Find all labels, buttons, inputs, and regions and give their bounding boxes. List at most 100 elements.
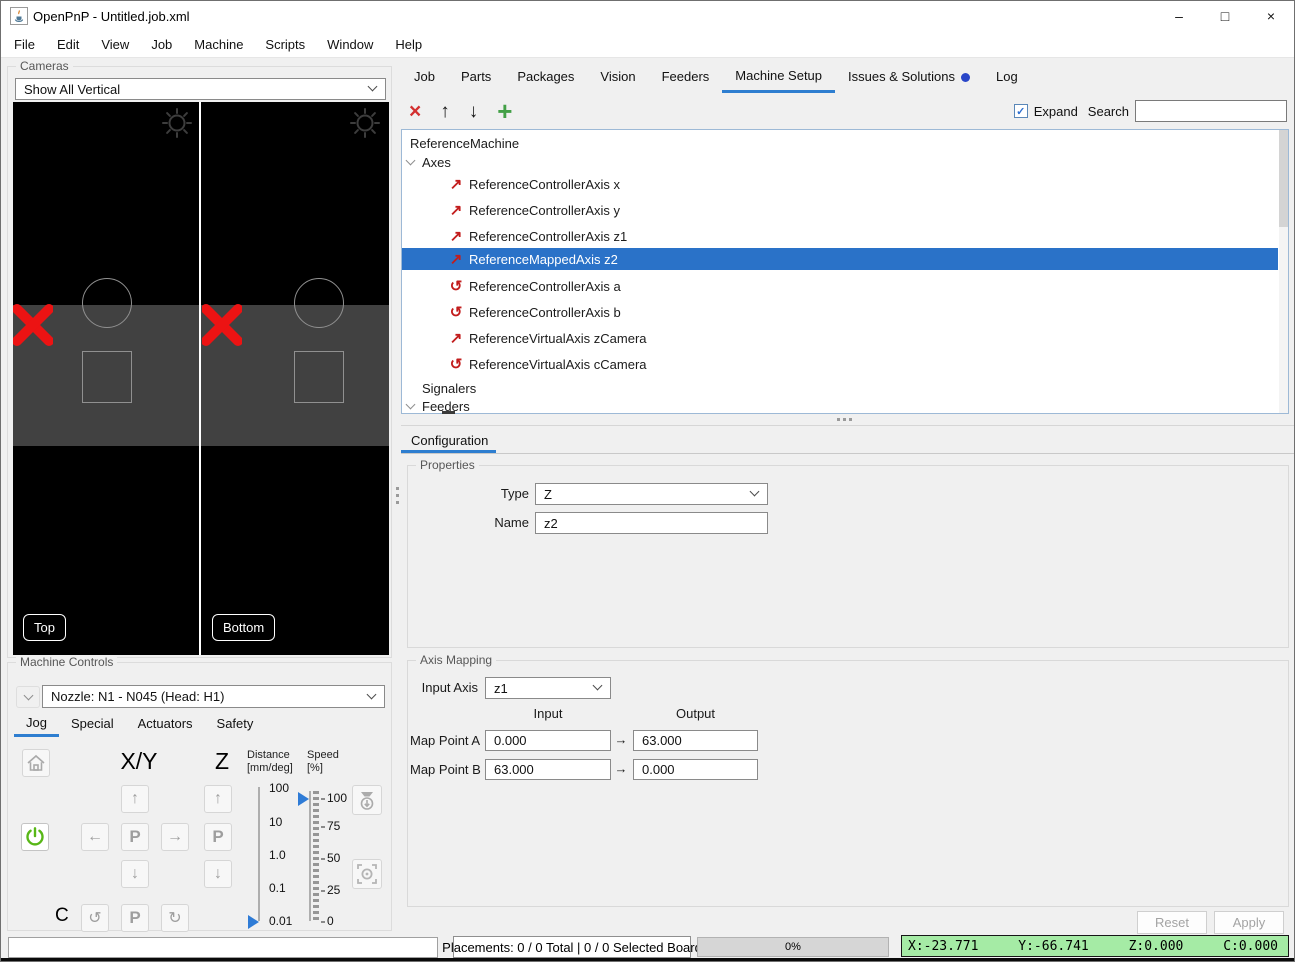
move-up-icon[interactable]: ↑ bbox=[440, 102, 450, 121]
menu-bar: File Edit View Job Machine Scripts Windo… bbox=[1, 31, 1294, 58]
status-message-field bbox=[8, 937, 438, 958]
speed-slider-track[interactable] bbox=[309, 791, 311, 921]
tree-node-reference-machine[interactable]: ReferenceMachine bbox=[402, 134, 1278, 152]
tab-job[interactable]: Job bbox=[401, 61, 448, 93]
tab-actuators[interactable]: Actuators bbox=[126, 711, 205, 737]
tree-scrollbar-thumb[interactable] bbox=[1279, 130, 1288, 227]
type-dropdown[interactable]: Z bbox=[535, 483, 768, 505]
distance-slider-track[interactable] bbox=[258, 787, 260, 921]
reset-button[interactable]: Reset bbox=[1137, 911, 1207, 934]
type-dropdown-value: Z bbox=[544, 487, 552, 502]
close-button[interactable]: × bbox=[1248, 1, 1294, 31]
brightness-icon bbox=[159, 105, 195, 146]
jog-y-plus-button[interactable]: ↑ bbox=[121, 785, 149, 813]
menu-view[interactable]: View bbox=[90, 37, 140, 52]
map-point-a-output-field[interactable]: 63.000 bbox=[633, 730, 758, 751]
tree-node-axis-ccamera[interactable]: ↺ ReferenceVirtualAxis cCamera bbox=[402, 352, 1278, 376]
tree-node-feeders[interactable]: Feeders bbox=[402, 397, 1278, 415]
maximize-button[interactable]: □ bbox=[1202, 1, 1248, 31]
cameras-group-label: Cameras bbox=[16, 59, 73, 73]
menu-scripts[interactable]: Scripts bbox=[254, 37, 316, 52]
park-c-button[interactable]: P bbox=[121, 904, 149, 932]
park-xy-button[interactable]: P bbox=[121, 823, 149, 851]
rotate-ccw-button[interactable]: ↺ bbox=[81, 904, 109, 932]
speed-slider-handle[interactable] bbox=[298, 792, 309, 806]
tab-machine-setup[interactable]: Machine Setup bbox=[722, 61, 835, 93]
tab-log[interactable]: Log bbox=[983, 61, 1031, 93]
tree-node-signalers[interactable]: Signalers bbox=[402, 379, 1278, 397]
jog-z-plus-button[interactable]: ↑ bbox=[204, 785, 232, 813]
menu-machine[interactable]: Machine bbox=[183, 37, 254, 52]
output-column-header: Output bbox=[633, 706, 758, 721]
tree-node-axis-y[interactable]: ↗ ReferenceControllerAxis y bbox=[402, 198, 1278, 222]
dispense-button[interactable] bbox=[352, 785, 382, 815]
cameras-group: Cameras Show All Vertical Top bbox=[7, 66, 392, 658]
minimize-button[interactable]: – bbox=[1156, 1, 1202, 31]
apply-button[interactable]: Apply bbox=[1214, 911, 1284, 934]
job-progress-bar: 0% bbox=[697, 937, 889, 957]
menu-window[interactable]: Window bbox=[316, 37, 384, 52]
menu-help[interactable]: Help bbox=[384, 37, 433, 52]
rotate-cw-button[interactable]: ↻ bbox=[161, 904, 189, 932]
tree-scrollbar[interactable] bbox=[1279, 130, 1288, 413]
map-point-b-output-field[interactable]: 0.000 bbox=[633, 759, 758, 780]
tab-jog[interactable]: Jog bbox=[14, 711, 59, 737]
tree-node-axis-zcamera[interactable]: ↗ ReferenceVirtualAxis zCamera bbox=[402, 326, 1278, 350]
tree-node-axis-z1[interactable]: ↗ ReferenceControllerAxis z1 bbox=[402, 224, 1278, 248]
tab-feeders[interactable]: Feeders bbox=[649, 61, 723, 93]
camera-view-top[interactable]: Top bbox=[13, 102, 199, 655]
tab-issues-solutions[interactable]: Issues & Solutions bbox=[835, 61, 983, 93]
delete-icon[interactable]: × bbox=[409, 101, 421, 122]
power-button[interactable] bbox=[21, 823, 49, 851]
collapse-controls-button[interactable] bbox=[16, 686, 40, 708]
main-tab-bar: Job Parts Packages Vision Feeders Machin… bbox=[401, 61, 1031, 93]
tree-node-axes[interactable]: Axes bbox=[402, 153, 1278, 171]
tab-configuration[interactable]: Configuration bbox=[411, 433, 488, 448]
tab-parts[interactable]: Parts bbox=[448, 61, 504, 93]
axis-mapping-group: Axis Mapping Input Axis z1 Input Output … bbox=[407, 660, 1289, 907]
nozzle-dropdown[interactable]: Nozzle: N1 - N045 (Head: H1) bbox=[42, 685, 385, 708]
park-z-button[interactable]: P bbox=[204, 823, 232, 851]
rotary-axis-icon: ↺ bbox=[446, 355, 466, 373]
map-point-b-input-field[interactable]: 63.000 bbox=[485, 759, 611, 780]
position-camera-button[interactable] bbox=[352, 859, 382, 889]
chevron-down-icon[interactable] bbox=[406, 400, 416, 410]
jog-y-minus-button[interactable]: ↓ bbox=[121, 860, 149, 888]
tab-safety[interactable]: Safety bbox=[205, 711, 266, 737]
tab-vision[interactable]: Vision bbox=[587, 61, 648, 93]
tree-node-axis-b[interactable]: ↺ ReferenceControllerAxis b bbox=[402, 300, 1278, 324]
menu-job[interactable]: Job bbox=[140, 37, 183, 52]
tree-node-axis-x[interactable]: ↗ ReferenceControllerAxis x bbox=[402, 172, 1278, 196]
jog-x-plus-button[interactable]: → bbox=[161, 823, 189, 851]
name-field[interactable]: z2 bbox=[535, 512, 768, 534]
speed-slider-ticks bbox=[313, 791, 319, 922]
chevron-down-icon[interactable] bbox=[406, 156, 416, 166]
camera-name-label: Top bbox=[23, 614, 66, 641]
power-icon bbox=[24, 826, 46, 848]
expand-checkbox[interactable]: ✓ bbox=[1014, 104, 1028, 118]
map-point-a-input-field[interactable]: 0.000 bbox=[485, 730, 611, 751]
window-resize-edge bbox=[1, 958, 1294, 961]
openpnp-window: OpenPnP - Untitled.job.xml – □ × File Ed… bbox=[0, 0, 1295, 962]
search-input[interactable] bbox=[1135, 100, 1287, 122]
add-icon[interactable]: + bbox=[497, 98, 512, 124]
machine-setup-tree: ReferenceMachine Axes ↗ ReferenceControl… bbox=[401, 129, 1289, 414]
tree-node-axis-a[interactable]: ↺ ReferenceControllerAxis a bbox=[402, 274, 1278, 298]
home-button[interactable] bbox=[22, 749, 50, 777]
tree-node-axis-z2-selected[interactable]: ↗ ReferenceMappedAxis z2 bbox=[402, 248, 1278, 270]
menu-edit[interactable]: Edit bbox=[46, 37, 90, 52]
park-icon: P bbox=[129, 827, 140, 847]
tab-packages[interactable]: Packages bbox=[504, 61, 587, 93]
input-axis-dropdown[interactable]: z1 bbox=[485, 677, 611, 699]
camera-view-bottom[interactable]: Bottom bbox=[201, 102, 389, 655]
horizontal-splitter[interactable] bbox=[401, 414, 1294, 425]
linear-axis-icon: ↗ bbox=[446, 227, 466, 245]
down-arrow-icon: ↓ bbox=[214, 865, 222, 883]
distance-slider-handle[interactable] bbox=[248, 915, 259, 929]
tab-special[interactable]: Special bbox=[59, 711, 126, 737]
camera-view-dropdown[interactable]: Show All Vertical bbox=[15, 78, 386, 100]
menu-file[interactable]: File bbox=[3, 37, 46, 52]
move-down-icon[interactable]: ↓ bbox=[469, 102, 479, 121]
jog-x-minus-button[interactable]: ← bbox=[81, 823, 109, 851]
jog-z-minus-button[interactable]: ↓ bbox=[204, 860, 232, 888]
